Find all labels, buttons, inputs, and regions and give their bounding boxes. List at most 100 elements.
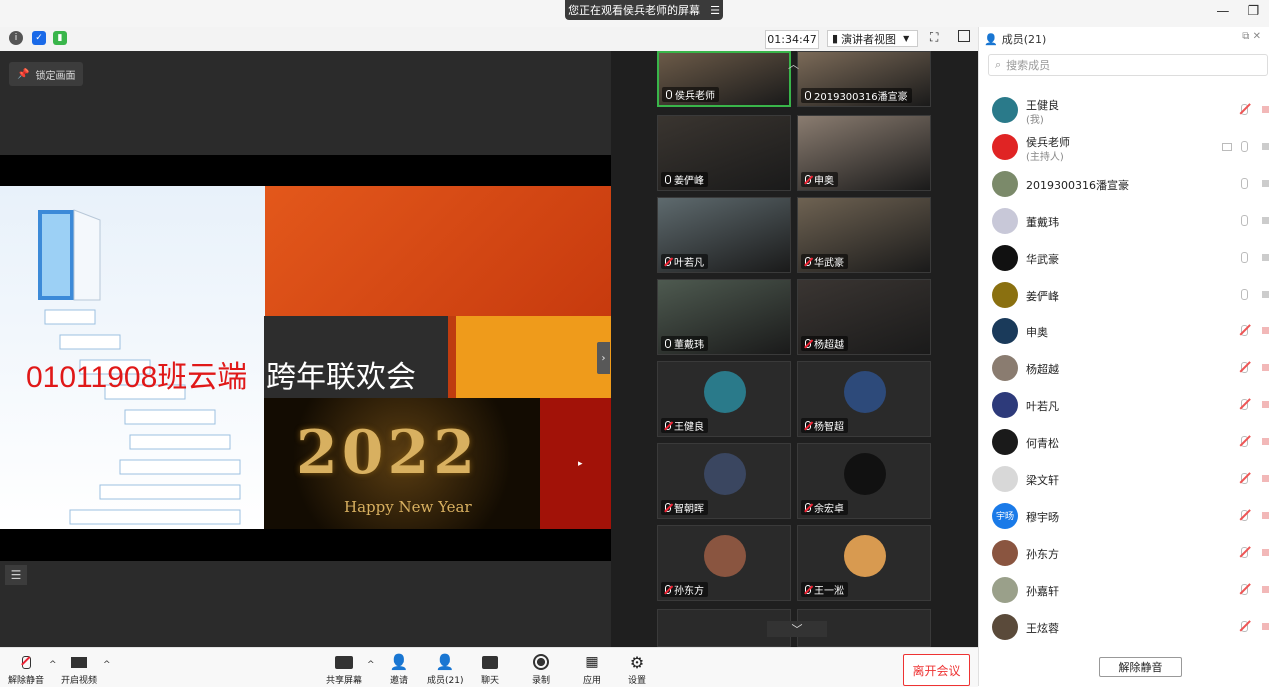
member-row[interactable]: 申奥 (978, 313, 1269, 349)
mic-muted-icon[interactable] (1241, 546, 1248, 558)
popout-icon[interactable]: ⧉ (1242, 31, 1249, 42)
camera-icon[interactable] (1262, 401, 1269, 409)
caret-up-icon[interactable]: ^ (367, 660, 375, 670)
caret-up-icon[interactable]: ^ (49, 660, 57, 670)
chevron-down-icon[interactable]: ﹀ (767, 621, 827, 637)
share-banner[interactable]: 您正在观看侯兵老师的屏幕 ☰ (565, 0, 723, 20)
video-tile[interactable]: 余宏卓 (797, 443, 931, 519)
camera-icon[interactable] (1262, 475, 1269, 482)
list-icon[interactable]: ☰ (5, 565, 27, 585)
camera-icon[interactable] (1262, 290, 1269, 298)
camera-icon[interactable] (1262, 585, 1269, 593)
member-row[interactable]: 杨超越 (978, 350, 1269, 386)
video-tile[interactable]: 孙东方 (657, 525, 791, 601)
member-row[interactable]: 孙东方 (978, 535, 1269, 571)
camera-icon[interactable] (1262, 253, 1269, 261)
apps-button[interactable]: ▦ 应用 (582, 653, 602, 686)
lock-view-button[interactable]: 📌 锁定画面 (9, 62, 83, 86)
camera-icon[interactable] (1262, 622, 1269, 630)
member-row[interactable]: 侯兵老师 (主持人) (978, 129, 1269, 165)
member-row[interactable]: 华武豪 (978, 240, 1269, 276)
share-screen-button[interactable]: 共享屏幕 (326, 653, 362, 686)
member-row[interactable]: 何青松 (978, 424, 1269, 460)
camera-icon[interactable] (1262, 327, 1269, 335)
video-tile[interactable]: 2019300316潘宣豪 (797, 51, 931, 107)
restore-icon[interactable]: ❐ (1247, 4, 1259, 19)
mic-muted-icon[interactable] (1241, 583, 1248, 595)
participant-label: 余宏卓 (801, 500, 848, 515)
video-tile[interactable]: 王健良 (657, 361, 791, 437)
search-input[interactable]: 搜索成员 (1006, 57, 1050, 73)
signal-icon[interactable]: ▮ (53, 31, 67, 45)
slide-title-event: 跨年联欢会 (266, 361, 416, 394)
video-tile[interactable]: 叶若凡 (657, 197, 791, 273)
mic-muted-icon[interactable] (1241, 509, 1248, 521)
video-tile[interactable]: 智朝晖 (657, 443, 791, 519)
camera-icon[interactable] (1262, 179, 1269, 187)
camera-icon[interactable] (1262, 511, 1269, 519)
avatar (992, 244, 1018, 271)
mic-icon[interactable] (1241, 214, 1248, 226)
camera-icon[interactable] (1262, 106, 1269, 113)
start-video-button[interactable]: 开启视频 (61, 653, 97, 686)
mic-muted-icon[interactable] (1241, 399, 1248, 411)
mic-muted-icon[interactable] (1241, 325, 1248, 337)
member-row[interactable]: 梁文轩 (978, 461, 1269, 497)
camera-icon[interactable] (1262, 142, 1269, 150)
video-tile[interactable]: 华武豪 (797, 197, 931, 273)
fullscreen-icon[interactable]: ⛶ (930, 30, 938, 45)
unmute-button[interactable]: 解除静音 (8, 653, 44, 686)
mic-muted-icon (665, 257, 671, 266)
mic-muted-icon[interactable] (1241, 362, 1248, 374)
video-tile[interactable]: 姜俨峰 (657, 115, 791, 191)
members-button[interactable]: 👤 成员(21) (427, 653, 463, 686)
member-row[interactable]: 叶若凡 (978, 387, 1269, 423)
shield-icon[interactable]: ✓ (32, 31, 46, 45)
camera-icon[interactable] (1262, 438, 1269, 446)
member-search[interactable]: ⌕ 搜索成员 (988, 54, 1268, 76)
unmute-all-button[interactable]: 解除静音 (1099, 657, 1182, 677)
leave-meeting-button[interactable]: 离开会议 (903, 654, 970, 686)
member-row[interactable]: 孙嘉轩 (978, 572, 1269, 608)
minimize-icon[interactable]: — (1216, 4, 1229, 19)
invite-button[interactable]: 👤 邀请 (389, 653, 409, 686)
mic-icon[interactable] (1241, 140, 1248, 152)
chevron-right-icon[interactable]: › (597, 342, 610, 374)
slide-title-class: 01011908班云端 (26, 361, 248, 394)
mic-muted-icon[interactable] (1241, 620, 1248, 632)
member-row[interactable]: 宇旸 穆宇旸 (978, 498, 1269, 534)
settings-button[interactable]: ⚙ 设置 (627, 653, 647, 687)
mic-muted-icon[interactable] (1241, 436, 1248, 448)
close-icon[interactable]: ✕ (1253, 31, 1261, 42)
member-row[interactable]: 董戴玮 (978, 203, 1269, 239)
mic-icon[interactable] (1241, 288, 1248, 300)
mic-muted-icon (805, 585, 811, 594)
video-tile[interactable]: 杨超越 (797, 279, 931, 355)
info-icon[interactable]: i (9, 31, 23, 45)
video-tile[interactable]: 杨智超 (797, 361, 931, 437)
member-row[interactable]: 2019300316潘宣豪 (978, 166, 1269, 202)
mic-muted-icon[interactable] (1241, 473, 1248, 484)
menu-icon[interactable]: ☰ (710, 4, 720, 17)
member-row[interactable]: 王健良 (我) (978, 92, 1269, 128)
chevron-up-icon[interactable]: ︿ (788, 56, 799, 72)
video-tile[interactable]: 王一淞 (797, 525, 931, 601)
camera-icon[interactable] (1262, 548, 1269, 556)
mic-icon (666, 90, 672, 99)
view-mode-select[interactable]: ▮ 演讲者视图 ▼ (827, 30, 918, 47)
mic-muted-icon[interactable] (1241, 104, 1248, 115)
video-tile[interactable]: 董戴玮 (657, 279, 791, 355)
member-row[interactable]: 姜俨峰 (978, 277, 1269, 313)
member-row[interactable]: 王炫蓉 (978, 609, 1269, 645)
mic-icon[interactable] (1241, 251, 1248, 263)
participant-label: 华武豪 (801, 254, 848, 269)
video-tile[interactable]: 申奥 (797, 115, 931, 191)
video-tile[interactable]: 侯兵老师 (657, 51, 791, 107)
sidebar-toggle-icon[interactable] (958, 30, 970, 42)
camera-icon[interactable] (1262, 364, 1269, 372)
camera-icon[interactable] (1262, 216, 1269, 224)
chat-button[interactable]: 聊天 (480, 653, 500, 686)
caret-up-icon[interactable]: ^ (103, 660, 111, 670)
record-button[interactable]: 录制 (531, 653, 551, 686)
mic-icon[interactable] (1241, 177, 1248, 189)
